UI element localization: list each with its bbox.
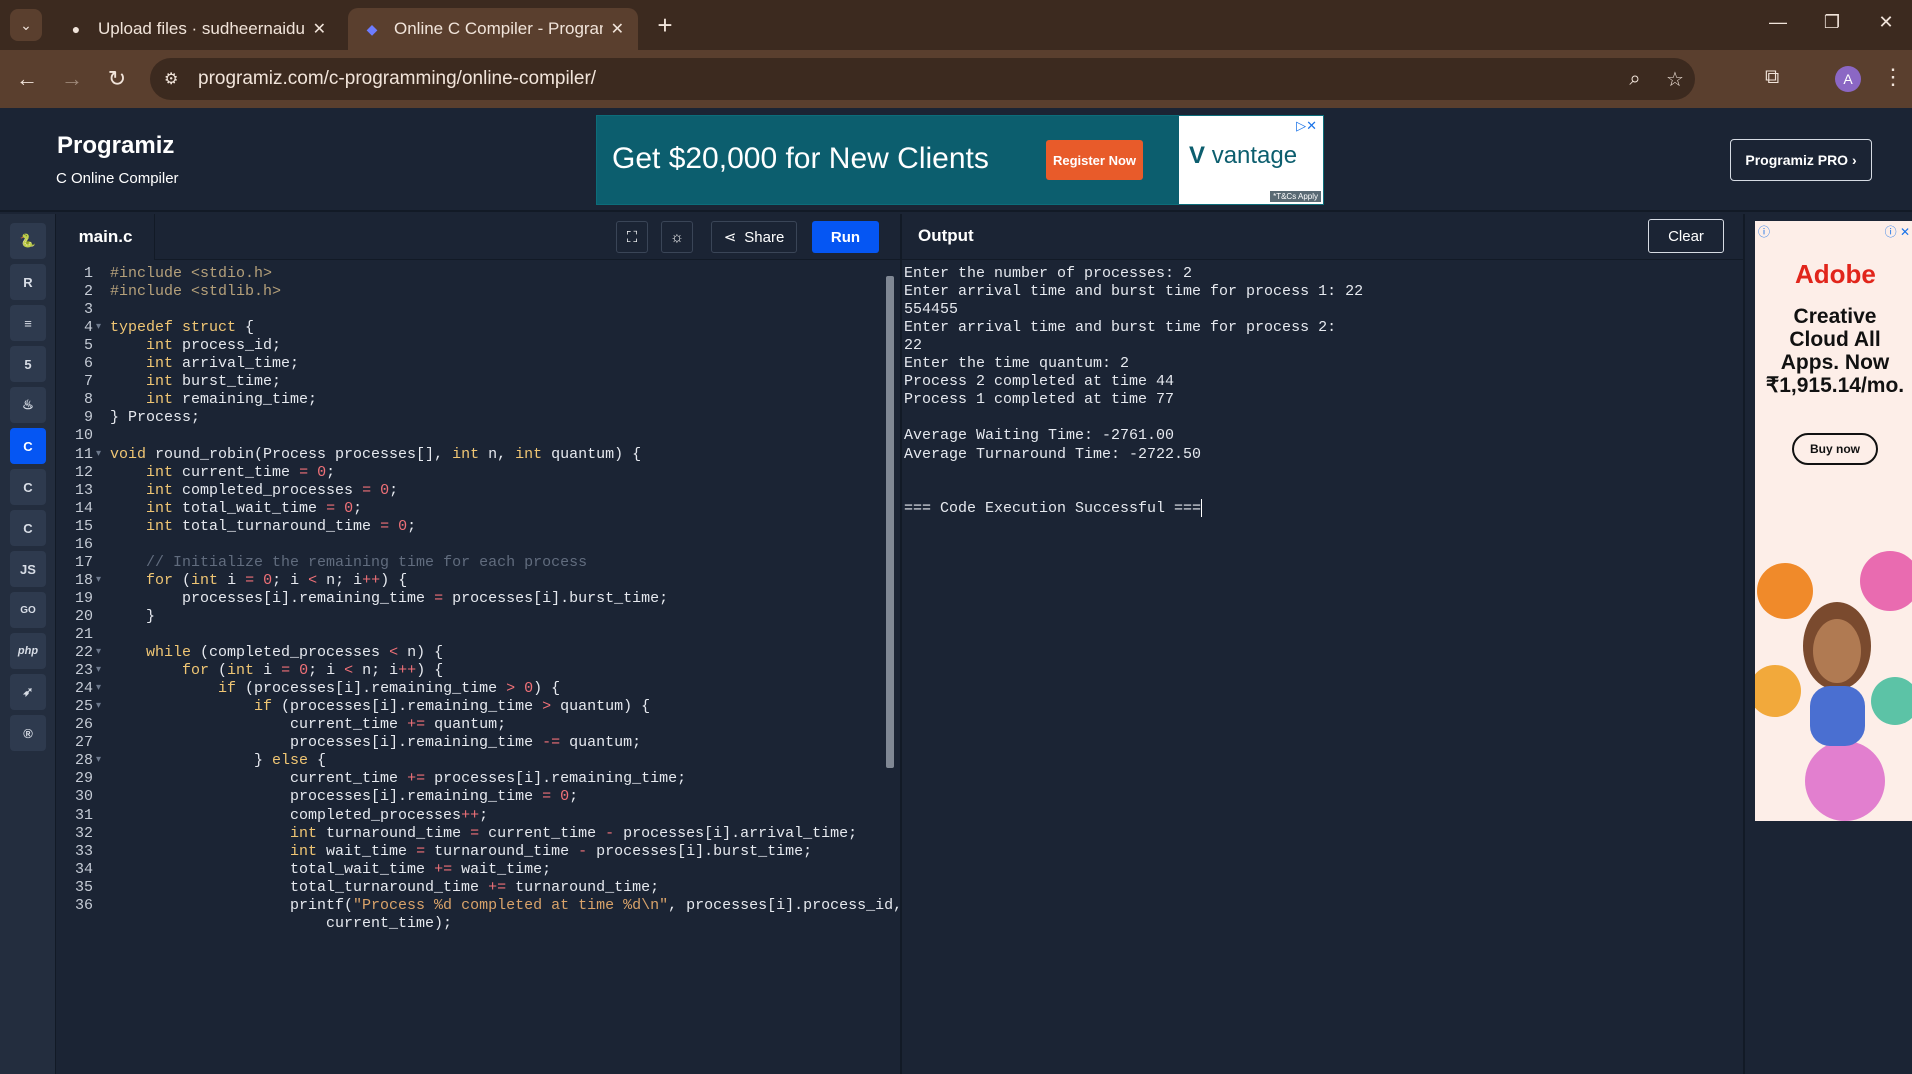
python-icon[interactable]: 🐍 — [10, 223, 46, 259]
close-icon[interactable]: ✕ — [611, 19, 624, 39]
fullscreen-icon[interactable]: ⛶ — [616, 221, 648, 253]
page-subtitle: C Online Compiler — [56, 170, 179, 187]
zoom-icon[interactable]: ⌕ — [1615, 68, 1655, 91]
tab-title: Upload files · sudheernaidu18/C — [98, 19, 305, 38]
output-line: === Code Execution Successful === — [904, 498, 1203, 517]
window-close-icon[interactable]: ✕ — [1866, 12, 1906, 33]
swift-icon[interactable]: ➶ — [10, 674, 46, 710]
side-ad-column: ⓘ ⓘ ✕ Adobe Creative Cloud All Apps. Now… — [1743, 214, 1912, 1074]
language-sidebar: 🐍 R ≡ 5 ♨ C C C JS GO php ➶ ® — [0, 214, 56, 1074]
output-line: Process 1 completed at time 77 — [904, 391, 1175, 409]
java-icon[interactable]: ♨ — [10, 387, 46, 423]
side-ad-buy-button[interactable]: Buy now — [1792, 433, 1878, 465]
editor-toolbar: main.c ⛶ ☼ ⋖ Share Run — [57, 214, 900, 260]
ad-info-icon[interactable]: ⓘ — [1758, 223, 1770, 240]
tab-title: Online C Compiler - Programiz — [394, 19, 603, 38]
rust-icon[interactable]: ® — [10, 715, 46, 751]
output-header: Output Clear — [902, 214, 1743, 260]
bookmark-star-icon[interactable]: ☆ — [1655, 67, 1695, 92]
cpp-icon[interactable]: C — [10, 469, 46, 505]
url-text[interactable]: programiz.com/c-programming/online-compi… — [198, 68, 1615, 90]
js-icon[interactable]: JS — [10, 551, 46, 587]
tab-search-button[interactable]: ⌄ — [10, 9, 42, 41]
share-label: Share — [744, 228, 785, 246]
ad-brand: V vantage — [1189, 142, 1298, 169]
output-title: Output — [918, 226, 974, 245]
address-bar[interactable]: ⚙ programiz.com/c-programming/online-com… — [150, 58, 1695, 100]
file-tab-main-c[interactable]: main.c — [57, 214, 155, 260]
ad-register-button[interactable]: Register Now — [1046, 140, 1143, 180]
code-text: current_time); — [110, 914, 453, 932]
panel-divider[interactable] — [900, 214, 902, 1074]
minimize-icon[interactable]: — — [1758, 12, 1798, 33]
side-ad-brand: Adobe — [1795, 259, 1876, 289]
maximize-icon[interactable]: ❐ — [1812, 12, 1852, 33]
code-line[interactable]: current_time); — [57, 913, 900, 935]
r-icon[interactable]: R — [10, 264, 46, 300]
ad-choices-icon[interactable]: ▷✕ — [1296, 118, 1317, 134]
c-icon[interactable]: C — [10, 428, 46, 464]
html-icon[interactable]: 5 — [10, 346, 46, 382]
ad-close-icon[interactable]: ⓘ ✕ — [1885, 223, 1910, 240]
ad-headline: Get $20,000 for New Clients — [612, 142, 989, 175]
side-ad-artwork — [1755, 551, 1912, 821]
text-cursor — [1201, 498, 1203, 517]
clear-button[interactable]: Clear — [1648, 219, 1724, 253]
avatar[interactable]: A — [1835, 66, 1861, 92]
programiz-logo[interactable]: Programiz — [57, 132, 174, 160]
browser-toolbar: ← → ↻ ⚙ programiz.com/c-programming/onli… — [0, 50, 1912, 108]
browser-tab-compiler[interactable]: ◆ Online C Compiler - Programiz ✕ — [348, 8, 638, 50]
site-header: Programiz C Online Compiler Get $20,000 … — [0, 108, 1912, 212]
ad-brand-name: vantage — [1211, 142, 1298, 169]
forward-icon[interactable]: → — [57, 66, 87, 92]
output-line: Enter arrival time and burst time for pr… — [904, 283, 1364, 301]
close-icon[interactable]: ✕ — [313, 19, 326, 39]
side-ad-copy: Creative Cloud All Apps. Now ₹1,915.14/m… — [1765, 305, 1905, 397]
theme-toggle-icon[interactable]: ☼ — [661, 221, 693, 253]
output-line: Average Turnaround Time: -2722.50 — [904, 445, 1202, 463]
banner-ad[interactable]: Get $20,000 for New Clients Register Now… — [596, 115, 1324, 205]
browser-menu-icon[interactable]: ⋮ — [1882, 64, 1904, 90]
extensions-icon[interactable]: ⧉ — [1765, 66, 1779, 89]
go-icon[interactable]: GO — [10, 592, 46, 628]
new-tab-button[interactable]: + — [650, 10, 680, 41]
ad-terms: *T&Cs Apply — [1270, 191, 1321, 202]
editor-scrollbar[interactable] — [886, 276, 894, 768]
github-icon: ● — [71, 21, 81, 37]
browser-tab-bar: ⌄ ● Upload files · sudheernaidu18/C ✕ ◆ … — [0, 0, 1912, 50]
back-icon[interactable]: ← — [12, 66, 42, 92]
share-icon: ⋖ — [723, 229, 737, 246]
site-info-icon[interactable]: ⚙ — [164, 69, 188, 89]
reload-icon[interactable]: ↻ — [102, 66, 132, 92]
share-button[interactable]: ⋖ Share — [711, 221, 797, 253]
programiz-pro-button[interactable]: Programiz PRO › — [1730, 139, 1872, 181]
run-button[interactable]: Run — [812, 221, 879, 253]
csharp-icon[interactable]: C — [10, 510, 46, 546]
sql-icon[interactable]: ≡ — [10, 305, 46, 341]
side-ad[interactable]: ⓘ ⓘ ✕ Adobe Creative Cloud All Apps. Now… — [1755, 221, 1912, 821]
programiz-icon: ◆ — [366, 20, 378, 37]
browser-tab-upload[interactable]: ● Upload files · sudheernaidu18/C ✕ — [52, 8, 340, 50]
code-editor[interactable]: 1 #include <stdio.h> 2 #include <stdlib.h> 3… — [57, 260, 900, 1074]
php-icon[interactable]: php — [10, 633, 46, 669]
output-line: Enter arrival time and burst time for pr… — [904, 319, 1337, 337]
